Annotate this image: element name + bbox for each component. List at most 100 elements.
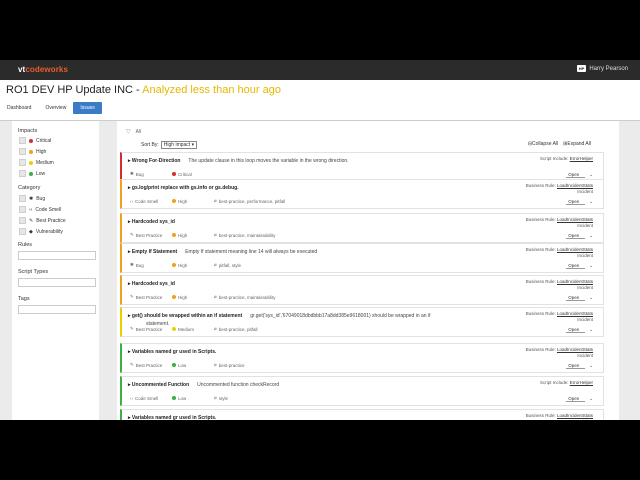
collapse-all-button[interactable]: ⊟Collapse All (528, 141, 558, 147)
issue-card[interactable]: ▸ get() should be wrapped within an if s… (120, 307, 604, 337)
severity-dot-icon (172, 199, 176, 203)
impact-medium[interactable]: Medium (19, 159, 54, 166)
status-select[interactable]: Open ⌄ (566, 396, 593, 402)
issues-panel: ▽ All Sort By: High impact ▾ ⊟Collapse All… (117, 121, 619, 420)
script-types-input[interactable] (18, 278, 96, 287)
checkbox[interactable] (19, 217, 26, 224)
category-bug[interactable]: ✱ Bug (19, 195, 45, 202)
checkbox[interactable] (19, 228, 26, 235)
chevron-down-icon[interactable]: ⌄ (589, 396, 593, 402)
issue-meta: ✎ Best Practice Low ⌀ best-practice (130, 362, 244, 368)
issue-severity: Low (172, 362, 214, 368)
tab-dashboard[interactable]: Dashboard (0, 102, 38, 114)
impact-low[interactable]: Low (19, 170, 45, 177)
filter-icon[interactable]: ▽ (126, 128, 131, 135)
tab-issues[interactable]: Issues (73, 102, 102, 114)
issue-card[interactable]: ▸ Empty If Statement Empty If statement m… (120, 243, 604, 273)
issue-title[interactable]: ▸ Empty If Statement Empty If statement m… (128, 249, 317, 255)
checkbox[interactable] (19, 159, 26, 166)
issue-title[interactable]: ▸ Variables named gr used in Scripts. (128, 349, 216, 355)
user-menu[interactable]: HP Harry Pearson (576, 65, 628, 72)
checkbox[interactable] (19, 148, 26, 155)
source-link[interactable]: LoadIncidentStats (557, 217, 593, 222)
issue-card[interactable]: ▸ Uncommented Function Uncommented functi… (120, 376, 604, 406)
top-bar: vtcodeworks HP Harry Pearson (0, 60, 640, 80)
issue-severity: High (172, 232, 214, 238)
category-vulnerability[interactable]: ◆ Vulnerability (19, 228, 63, 235)
expand-all-button[interactable]: ⊞Expand All (563, 141, 591, 147)
chevron-down-icon[interactable]: ⌄ (589, 327, 593, 333)
issue-title[interactable]: ▸ Hardcoded sys_id (128, 219, 175, 225)
status-select[interactable]: Open ⌄ (566, 263, 593, 269)
issue-meta: ✱ Bug Critical (130, 171, 214, 177)
tab-overview[interactable]: Overview (38, 102, 73, 114)
issue-title[interactable]: ▸ Wrong For-Direction The update clause i… (128, 158, 349, 164)
tags-input[interactable] (18, 305, 96, 314)
category-best-practice[interactable]: ✎ Best Practice (19, 217, 66, 224)
impact-critical[interactable]: Critical (19, 137, 51, 144)
issue-source: Script Include: ErrorHelper (539, 380, 593, 385)
logo[interactable]: vtcodeworks (18, 65, 68, 74)
issue-source: Business Rule: LoadIncidentStatsIncident (525, 247, 593, 258)
issue-card[interactable]: ▸ Hardcoded sys_id ✎ Best Practice High ⌀ bes… (120, 275, 604, 305)
status-select[interactable]: Open ⌄ (566, 295, 593, 301)
status-select[interactable]: Open ⌄ (566, 199, 593, 205)
issue-type: ✎ Best Practice (130, 362, 163, 368)
rules-input[interactable] (18, 251, 96, 260)
chevron-down-icon[interactable]: ⌄ (589, 233, 593, 239)
sort-select[interactable]: High impact ▾ (160, 141, 198, 149)
issue-source: Business Rule: LoadIncidentStatsIncident (525, 347, 593, 358)
type-icon: ✎ (130, 362, 134, 367)
script-types-heading: Script Types (18, 269, 49, 275)
issue-title[interactable]: ▸ get() should be wrapped within an if s… (128, 313, 430, 319)
issue-card[interactable]: ▸ gs.log/print replace with gs.info or g… (120, 179, 604, 209)
status-select[interactable]: Open ⌄ (566, 363, 593, 369)
page-title: RO1 DEV HP Update INC - Analyzed less th… (6, 84, 281, 96)
issue-tags: ⌀ style (214, 395, 228, 401)
issue-title[interactable]: ▸ Uncommented Function Uncommented functi… (128, 382, 279, 388)
source-link[interactable]: LoadIncidentStats (557, 413, 593, 418)
checkbox[interactable] (19, 195, 26, 202)
issue-card[interactable]: ▸ Variables named gr used in Scripts. Bus… (120, 409, 604, 420)
avatar: HP (576, 65, 587, 72)
filter-all[interactable]: All (136, 129, 142, 135)
severity-dot-icon (172, 295, 176, 299)
source-link[interactable]: LoadIncidentStats (557, 347, 593, 352)
checkbox[interactable] (19, 206, 26, 213)
severity-dot-icon (172, 327, 176, 331)
status-select[interactable]: Open ⌄ (566, 172, 593, 178)
issue-title[interactable]: ▸ Hardcoded sys_id (128, 281, 175, 287)
issue-source: Script Include: ErrorHelper (539, 156, 593, 161)
filter-bar[interactable]: ▽ All (126, 128, 142, 136)
chevron-down-icon[interactable]: ⌄ (589, 263, 593, 269)
source-link[interactable]: LoadIncidentStats (557, 279, 593, 284)
status-select[interactable]: Open ⌄ (566, 233, 593, 239)
issue-type: ✱ Bug (130, 171, 144, 177)
chevron-down-icon[interactable]: ⌄ (589, 199, 593, 205)
source-link[interactable]: LoadIncidentStats (557, 247, 593, 252)
issue-type: ✱ Bug (130, 262, 144, 268)
issue-card[interactable]: ▸ Hardcoded sys_id ✎ Best Practice High ⌀ bes… (120, 213, 604, 243)
status-select[interactable]: Open ⌄ (566, 327, 593, 333)
issue-card[interactable]: ▸ Wrong For-Direction The update clause i… (120, 152, 604, 182)
issue-title[interactable]: ▸ gs.log/print replace with gs.info or g… (128, 185, 239, 191)
issue-title[interactable]: ▸ Variables named gr used in Scripts. (128, 415, 216, 420)
issue-description: Uncommented function checkRecord (197, 382, 280, 388)
checkbox[interactable] (19, 137, 26, 144)
issue-card[interactable]: ▸ Variables named gr used in Scripts. ✎ Be… (120, 343, 604, 373)
source-link[interactable]: LoadIncidentStats (557, 311, 593, 316)
source-link[interactable]: LoadIncidentStats (557, 183, 593, 188)
issue-tags: ⌀ best-practice, maintainability (214, 232, 276, 238)
issue-source: Business Rule: LoadIncidentStatsIncident (525, 279, 593, 290)
chevron-down-icon[interactable]: ⌄ (589, 363, 593, 369)
chevron-down-icon[interactable]: ⌄ (589, 295, 593, 301)
issue-description: Empty If statement meaning line 14 will … (185, 249, 318, 255)
source-link[interactable]: ErrorHelper (570, 380, 593, 385)
category-code-smell[interactable]: ‹› Code Smell (19, 206, 61, 213)
chevron-down-icon[interactable]: ⌄ (589, 172, 593, 178)
checkbox[interactable] (19, 170, 26, 177)
issue-severity: Medium (172, 326, 214, 332)
issue-tags: ⌀ best-practice, performance, pitfall (214, 198, 286, 204)
impact-high[interactable]: High (19, 148, 46, 155)
source-link[interactable]: ErrorHelper (570, 156, 593, 161)
